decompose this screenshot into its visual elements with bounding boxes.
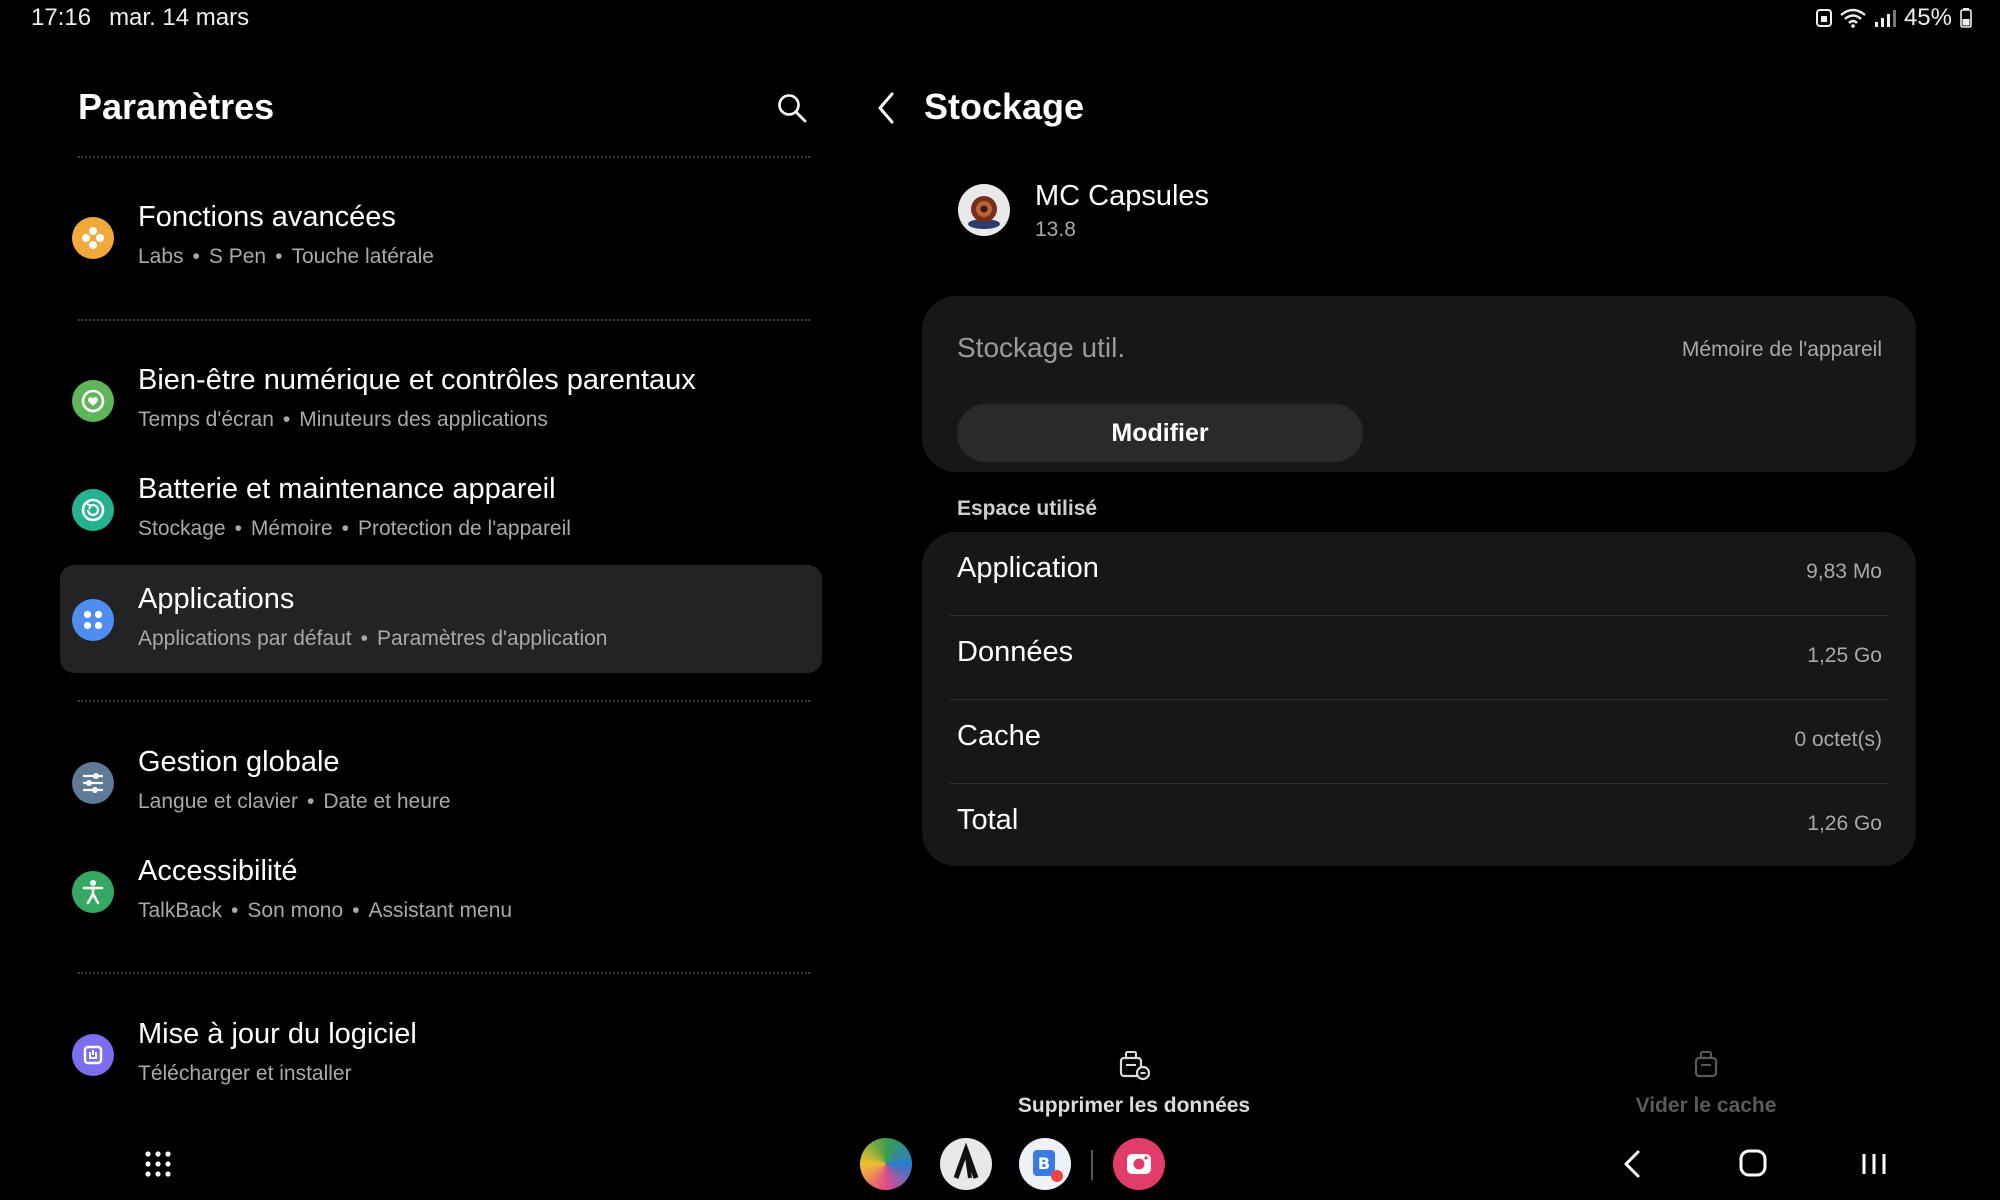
subtitle-part: Son mono xyxy=(247,899,344,922)
clear-cache-icon xyxy=(1694,1051,1718,1078)
grid-dots-icon xyxy=(72,599,114,641)
battery-percent: 45% xyxy=(1903,4,1952,31)
settings-item-subtitle: Labs • S Pen • Touche latérale xyxy=(138,245,434,268)
row-label: Application xyxy=(957,552,1099,584)
settings-item-title: Batterie et maintenance appareil xyxy=(138,473,556,505)
heart-circle-icon xyxy=(72,380,114,422)
dock-separator xyxy=(1091,1150,1093,1180)
back-arrow-icon[interactable] xyxy=(874,90,898,126)
divider xyxy=(78,972,810,974)
modify-button[interactable]: Modifier xyxy=(957,404,1363,462)
settings-item-title: Mise à jour du logiciel xyxy=(138,1018,417,1050)
clear-data-icon xyxy=(1119,1051,1151,1081)
settings-item-title: Fonctions avancées xyxy=(138,201,396,233)
settings-item-general-management[interactable]: Gestion globale Langue et clavier • Date e… xyxy=(60,728,822,836)
status-right: 45% xyxy=(1815,4,1972,32)
storage-row-total: Total 1,26 Go xyxy=(950,784,1888,868)
subtitle-part: Temps d'écran xyxy=(138,408,274,431)
settings-item-subtitle: Applications par défaut • Paramètres d'app… xyxy=(138,627,608,650)
storage-location: Mémoire de l'appareil xyxy=(1681,338,1882,361)
sliders-icon xyxy=(72,762,114,804)
clear-cache-button[interactable]: Vider le cache xyxy=(1556,1046,1856,1118)
accessibility-icon xyxy=(72,871,114,913)
app-drawer-icon[interactable] xyxy=(142,1148,174,1180)
settings-item-subtitle: Stockage • Mémoire • Protection de l'apparei… xyxy=(138,517,571,540)
status-date: mar. 14 mars xyxy=(109,4,250,31)
subtitle-part: Protection de l'appareil xyxy=(357,517,571,540)
divider xyxy=(78,156,810,158)
settings-item-battery-maintenance[interactable]: Batterie et maintenance appareil Stockag… xyxy=(60,455,822,563)
app-version: 13.8 xyxy=(1035,218,1076,241)
signal-icon xyxy=(1874,10,1896,27)
status-left: 17:16 mar. 14 mars xyxy=(31,4,249,32)
settings-item-subtitle: Langue et clavier • Date et heure xyxy=(138,790,451,813)
battery-icon xyxy=(1960,8,1972,28)
divider xyxy=(78,700,810,702)
nav-home-icon[interactable] xyxy=(1736,1146,1770,1180)
status-time: 17:16 xyxy=(31,4,92,31)
space-used-card: Application 9,83 Mo Données 1,25 Go Cach… xyxy=(922,532,1916,866)
subtitle-part: Assistant menu xyxy=(368,899,513,922)
app-icon xyxy=(958,184,1010,236)
settings-item-title: Bien-être numérique et contrôles parenta… xyxy=(138,364,696,396)
settings-item-title: Applications xyxy=(138,583,295,615)
subtitle-part: Paramètres d'application xyxy=(377,627,608,650)
page-title: Paramètres xyxy=(78,86,275,127)
subtitle-part: Télécharger et installer xyxy=(138,1062,352,1085)
subtitle-part: Langue et clavier xyxy=(138,790,298,813)
update-icon xyxy=(72,1034,114,1076)
settings-item-subtitle: Temps d'écran • Minuteurs des applications xyxy=(138,408,548,431)
dock-app-maps-icon[interactable] xyxy=(860,1138,912,1190)
clear-data-label: Supprimer les données xyxy=(1017,1094,1251,1117)
row-value: 1,25 Go xyxy=(1807,644,1882,667)
storage-title: Stockage xyxy=(924,86,1085,127)
settings-item-subtitle: TalkBack • Son mono • Assistant menu xyxy=(138,899,513,922)
storage-row-application: Application 9,83 Mo xyxy=(950,532,1888,616)
subtitle-part: Mémoire xyxy=(250,517,333,540)
divider xyxy=(78,319,810,321)
settings-item-title: Gestion globale xyxy=(138,746,340,778)
section-label: Espace utilisé xyxy=(957,497,1098,520)
subtitle-part: Touche latérale xyxy=(291,245,434,268)
search-icon[interactable] xyxy=(776,92,808,124)
clear-cache-label: Vider le cache xyxy=(1635,1094,1777,1117)
dock-app-browser-icon[interactable]: B xyxy=(1019,1138,1071,1190)
settings-item-applications[interactable]: Applications Applications par défaut • Par… xyxy=(60,565,822,673)
row-label: Total xyxy=(957,804,1019,836)
subtitle-part: Date et heure xyxy=(323,790,451,813)
subtitle-part: Labs xyxy=(138,245,184,268)
settings-item-title: Accessibilité xyxy=(138,855,298,887)
nav-recent-apps-icon[interactable] xyxy=(1858,1148,1890,1180)
lock-rotation-icon xyxy=(1815,9,1832,27)
wifi-icon xyxy=(1840,8,1866,28)
storage-location-card: Stockage util. Mémoire de l'appareil Mod… xyxy=(922,296,1916,472)
star-cog-icon xyxy=(72,217,114,259)
nav-back-icon[interactable] xyxy=(1618,1148,1646,1180)
settings-item-software-update[interactable]: Mise à jour du logiciel Télécharger et i… xyxy=(60,1000,822,1108)
settings-item-advanced-features[interactable]: Fonctions avancées Labs • S Pen • Touche lat… xyxy=(60,183,822,291)
subtitle-part: Minuteurs des applications xyxy=(299,408,548,431)
refresh-circle-icon xyxy=(72,489,114,531)
row-label: Cache xyxy=(957,720,1041,752)
settings-item-subtitle: Télécharger et installer xyxy=(138,1062,352,1086)
dock-app-camera-icon[interactable] xyxy=(1113,1138,1165,1190)
row-value: 1,26 Go xyxy=(1807,812,1882,835)
storage-row-data: Données 1,25 Go xyxy=(950,616,1888,700)
row-value: 0 octet(s) xyxy=(1794,728,1882,751)
clear-data-button[interactable]: Supprimer les données xyxy=(984,1046,1284,1118)
subtitle-part: TalkBack xyxy=(138,899,223,922)
storage-used-label: Stockage util. xyxy=(957,332,1126,363)
row-value: 9,83 Mo xyxy=(1806,560,1882,583)
storage-row-cache: Cache 0 octet(s) xyxy=(950,700,1888,784)
settings-item-digital-wellbeing[interactable]: Bien-être numérique et contrôles parenta… xyxy=(60,346,822,454)
subtitle-part: Stockage xyxy=(138,517,226,540)
app-name: MC Capsules xyxy=(1035,180,1210,212)
subtitle-part: Applications par défaut xyxy=(138,627,352,650)
row-label: Données xyxy=(957,636,1074,668)
svg-text:B: B xyxy=(1038,1154,1050,1173)
settings-item-accessibility[interactable]: Accessibilité TalkBack • Son mono • Assistan… xyxy=(60,837,822,945)
subtitle-part: S Pen xyxy=(208,245,267,268)
dock-app-sketch-icon[interactable] xyxy=(940,1138,992,1190)
